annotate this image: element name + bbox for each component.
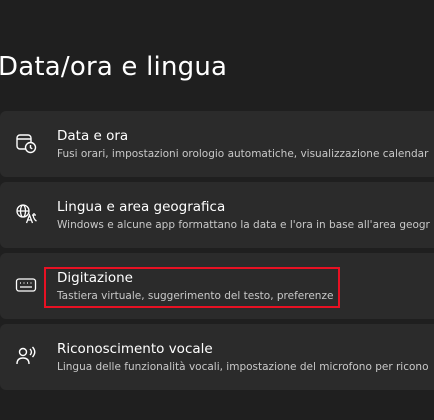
settings-item-title: Data e ora xyxy=(57,128,129,144)
settings-item-typing[interactable]: Digitazione Tastiera virtuale, suggerime… xyxy=(0,253,434,319)
settings-item-speech[interactable]: Riconoscimento vocale Lingua delle funzi… xyxy=(0,324,434,390)
settings-item-language-region[interactable]: Lingua e area geografica Windows e alcun… xyxy=(0,182,434,248)
settings-item-title: Digitazione xyxy=(57,270,133,286)
date-time-icon xyxy=(15,132,37,154)
settings-item-title: Lingua e area geografica xyxy=(57,199,226,215)
speech-icon xyxy=(15,345,37,367)
page-title: Data/ora e lingua xyxy=(0,52,228,82)
keyboard-icon xyxy=(15,274,37,296)
settings-item-subtitle: Windows e alcune app formattano la data … xyxy=(57,219,430,231)
settings-item-date-time[interactable]: Data e ora Fusi orari, impostazioni orol… xyxy=(0,111,434,177)
language-region-icon xyxy=(15,203,37,225)
settings-item-subtitle: Tastiera virtuale, suggerimento del test… xyxy=(57,290,334,302)
settings-item-subtitle: Lingua delle funzionalità vocali, impost… xyxy=(57,361,429,373)
settings-item-title: Riconoscimento vocale xyxy=(57,341,213,357)
settings-item-subtitle: Fusi orari, impostazioni orologio automa… xyxy=(57,148,429,160)
